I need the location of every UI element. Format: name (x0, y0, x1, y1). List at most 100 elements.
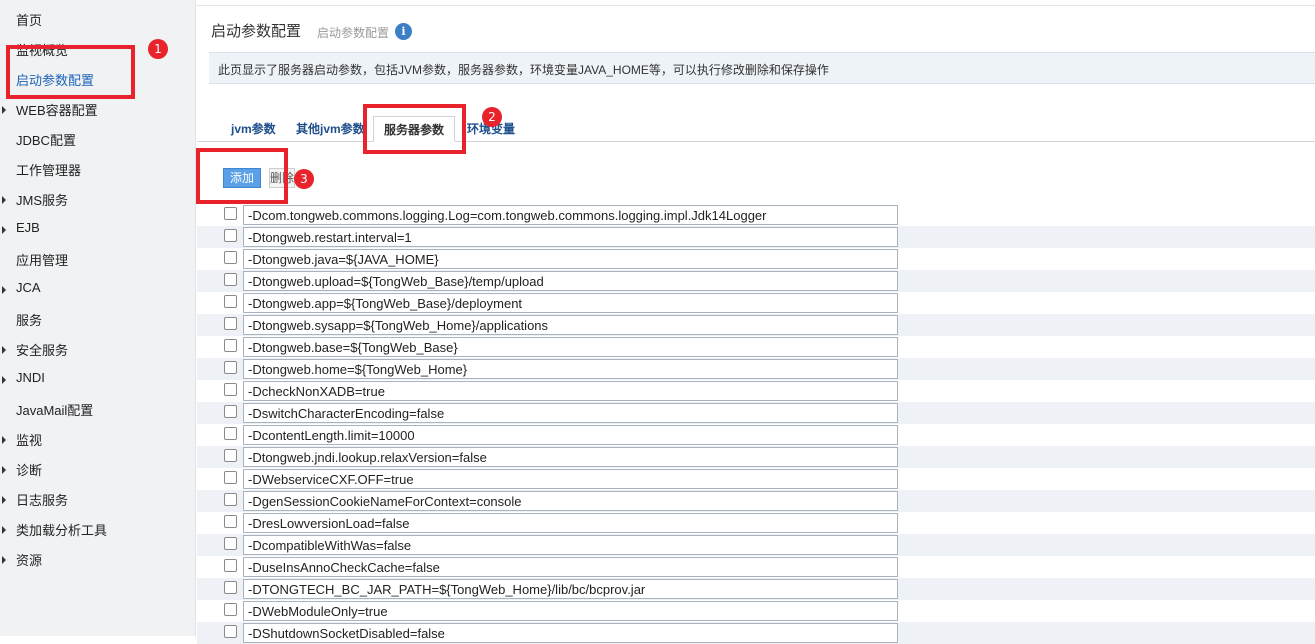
sidebar-item-label: WEB容器配置 (16, 103, 98, 118)
param-checkbox[interactable] (224, 361, 237, 374)
param-row: -Dtongweb.app=${TongWeb_Base}/deployment (197, 292, 1315, 314)
expand-arrow-icon[interactable] (2, 286, 6, 294)
sidebar-item-label: 诊断 (16, 463, 43, 478)
description-text: 此页显示了服务器启动参数，包括JVM参数，服务器参数，环境变量JAVA_HOME… (218, 63, 829, 77)
title-bar: 启动参数配置 启动参数配置 i (197, 0, 1315, 50)
expand-arrow-icon[interactable] (2, 106, 6, 114)
sidebar-item-label: JavaMail配置 (16, 403, 94, 418)
param-input[interactable]: -Dtongweb.base=${TongWeb_Base} (243, 337, 898, 357)
expand-arrow-icon[interactable] (2, 526, 6, 534)
main-content: 启动参数配置 启动参数配置 i 此页显示了服务器启动参数，包括JVM参数，服务器… (197, 0, 1315, 644)
expand-arrow-icon[interactable] (2, 346, 6, 354)
param-checkbox[interactable] (224, 295, 237, 308)
sidebar-item[interactable]: JCA (0, 275, 196, 305)
param-checkbox[interactable] (224, 449, 237, 462)
annotation-badge-3: 3 (294, 169, 314, 189)
param-input[interactable]: -DWebserviceCXF.OFF=true (243, 469, 898, 489)
param-row: -DcontentLength.limit=10000 (197, 424, 1315, 446)
sidebar-item-label: 服务 (16, 313, 43, 328)
sidebar-item[interactable]: 安全服务 (0, 335, 196, 365)
sidebar-item[interactable]: 诊断 (0, 455, 196, 485)
param-row: -DgenSessionCookieNameForContext=console (197, 490, 1315, 512)
sidebar-item[interactable]: 类加载分析工具 (0, 515, 196, 545)
sidebar-item[interactable]: JavaMail配置 (0, 395, 196, 425)
sidebar-item[interactable]: 监视 (0, 425, 196, 455)
param-checkbox[interactable] (224, 471, 237, 484)
param-checkbox[interactable] (224, 405, 237, 418)
param-row: -Dtongweb.jndi.lookup.relaxVersion=false (197, 446, 1315, 468)
param-checkbox[interactable] (224, 559, 237, 572)
param-checkbox[interactable] (224, 229, 237, 242)
sidebar-item[interactable]: JMS服务 (0, 185, 196, 215)
param-checkbox[interactable] (224, 581, 237, 594)
expand-arrow-icon[interactable] (2, 436, 6, 444)
sidebar-item[interactable]: 资源 (0, 545, 196, 575)
param-input[interactable]: -Dtongweb.sysapp=${TongWeb_Home}/applica… (243, 315, 898, 335)
param-row: -DcheckNonXADB=true (197, 380, 1315, 402)
param-checkbox[interactable] (224, 383, 237, 396)
param-input[interactable]: -DTONGTECH_BC_JAR_PATH=${TongWeb_Home}/l… (243, 579, 898, 599)
sidebar-item[interactable]: 首页 (0, 5, 196, 35)
param-row: -DShutdownSocketDisabled=false (197, 622, 1315, 644)
annotation-badge-1: 1 (148, 39, 168, 59)
param-row: -DTONGTECH_BC_JAR_PATH=${TongWeb_Home}/l… (197, 578, 1315, 600)
sidebar-item[interactable]: 日志服务 (0, 485, 196, 515)
expand-arrow-icon[interactable] (2, 556, 6, 564)
sidebar-item[interactable]: 工作管理器 (0, 155, 196, 185)
param-input[interactable]: -DcheckNonXADB=true (243, 381, 898, 401)
param-checkbox[interactable] (224, 273, 237, 286)
sidebar-item-label: 工作管理器 (16, 163, 82, 178)
param-checkbox[interactable] (224, 515, 237, 528)
sidebar-item-label: 应用管理 (16, 253, 69, 268)
param-input[interactable]: -Dtongweb.home=${TongWeb_Home} (243, 359, 898, 379)
param-input[interactable]: -DuseInsAnnoCheckCache=false (243, 557, 898, 577)
param-checkbox[interactable] (224, 207, 237, 220)
param-input[interactable]: -Dtongweb.restart.interval=1 (243, 227, 898, 247)
param-checkbox[interactable] (224, 427, 237, 440)
expand-arrow-icon[interactable] (2, 496, 6, 504)
param-checkbox[interactable] (224, 493, 237, 506)
expand-arrow-icon[interactable] (2, 376, 6, 384)
sidebar-item-label: 首页 (16, 13, 43, 28)
sidebar-item-label: JCA (16, 280, 41, 295)
param-input[interactable]: -DswitchCharacterEncoding=false (243, 403, 898, 423)
param-input[interactable]: -Dtongweb.jndi.lookup.relaxVersion=false (243, 447, 898, 467)
sidebar-item[interactable]: JDBC配置 (0, 125, 196, 155)
sidebar-item-label: JNDI (16, 370, 45, 385)
param-checkbox[interactable] (224, 603, 237, 616)
param-input[interactable]: -Dtongweb.upload=${TongWeb_Base}/temp/up… (243, 271, 898, 291)
highlight-box-1 (6, 45, 135, 99)
param-input[interactable]: -DShutdownSocketDisabled=false (243, 623, 898, 643)
param-input[interactable]: -DWebModuleOnly=true (243, 601, 898, 621)
param-row: -Dtongweb.restart.interval=1 (197, 226, 1315, 248)
param-row: -DuseInsAnnoCheckCache=false (197, 556, 1315, 578)
param-checkbox[interactable] (224, 537, 237, 550)
param-input[interactable]: -DresLowversionLoad=false (243, 513, 898, 533)
expand-arrow-icon[interactable] (2, 226, 6, 234)
param-checkbox[interactable] (224, 317, 237, 330)
expand-arrow-icon[interactable] (2, 466, 6, 474)
sidebar-item[interactable]: 应用管理 (0, 245, 196, 275)
param-checkbox[interactable] (224, 339, 237, 352)
param-input[interactable]: -DcontentLength.limit=10000 (243, 425, 898, 445)
tab-jvm-params[interactable]: jvm参数 (221, 116, 286, 142)
sidebar-item-label: 日志服务 (16, 493, 69, 508)
param-input[interactable]: -Dcom.tongweb.commons.logging.Log=com.to… (243, 205, 898, 225)
param-checkbox[interactable] (224, 625, 237, 638)
sidebar-item[interactable]: 服务 (0, 305, 196, 335)
highlight-box-3 (196, 148, 288, 204)
param-input[interactable]: -DgenSessionCookieNameForContext=console (243, 491, 898, 511)
page-title: 启动参数配置 (211, 23, 302, 40)
sidebar-item[interactable]: EJB (0, 215, 196, 245)
sidebar-item[interactable]: JNDI (0, 365, 196, 395)
sidebar-item[interactable]: WEB容器配置 (0, 95, 196, 125)
expand-arrow-icon[interactable] (2, 196, 6, 204)
param-input[interactable]: -Dtongweb.java=${JAVA_HOME} (243, 249, 898, 269)
info-icon[interactable]: i (395, 23, 412, 40)
param-checkbox[interactable] (224, 251, 237, 264)
param-input[interactable]: -DcompatibleWithWas=false (243, 535, 898, 555)
tab-other-jvm-params[interactable]: 其他jvm参数 (286, 116, 375, 142)
sidebar-item-label: 资源 (16, 553, 43, 568)
param-input[interactable]: -Dtongweb.app=${TongWeb_Base}/deployment (243, 293, 898, 313)
page-subtitle: 启动参数配置 (317, 26, 390, 40)
